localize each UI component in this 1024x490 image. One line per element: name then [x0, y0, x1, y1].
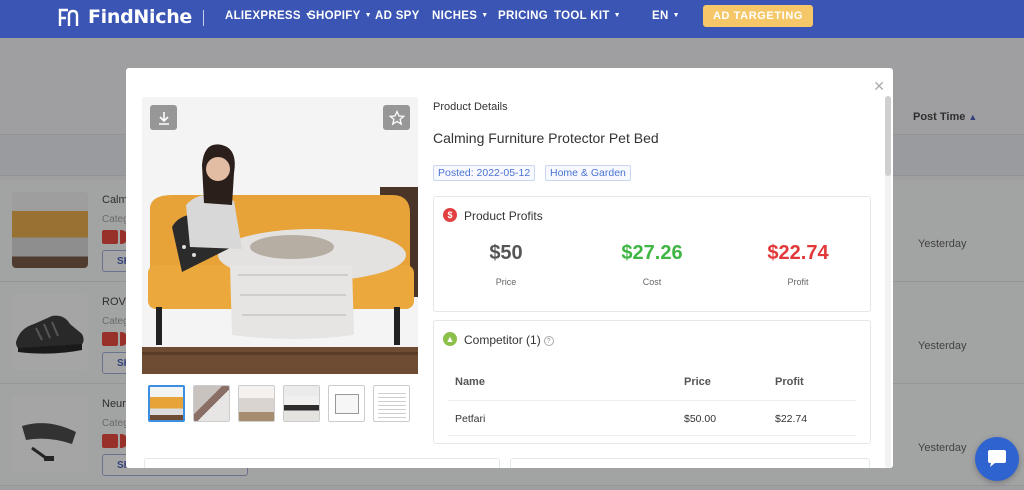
brand-name: FindNiche	[88, 6, 193, 28]
profit-label: Profit	[787, 277, 809, 287]
card-title: Competitor (1)?	[464, 333, 554, 347]
nav-aliexpress[interactable]: ALIEXPRESS ▼	[225, 10, 312, 22]
nav-niches[interactable]: NICHES ▼	[432, 10, 489, 22]
nav-tool-kit[interactable]: TOOL KIT ▼	[554, 10, 621, 22]
thumbnail-3[interactable]	[238, 385, 275, 422]
chat-button[interactable]	[975, 437, 1019, 481]
nav-shopify-label: SHOPIFY	[308, 10, 361, 22]
product-photo	[142, 97, 418, 374]
nav-tool-kit-label: TOOL KIT	[554, 10, 610, 22]
modal-scrollbar[interactable]	[885, 96, 891, 468]
category-tag[interactable]: Home & Garden	[545, 165, 631, 181]
cost-stat: $27.26 Cost	[602, 242, 702, 287]
nav-ad-spy-label: AD SPY	[375, 10, 420, 22]
nav-pricing[interactable]: PRICING	[498, 10, 548, 22]
chevron-down-icon: ▼	[613, 12, 621, 19]
close-icon[interactable]: ✕	[873, 78, 885, 95]
nav-divider	[203, 10, 204, 26]
nav-aliexpress-label: ALIEXPRESS	[225, 10, 301, 22]
help-icon[interactable]: ?	[543, 336, 554, 346]
image-thumbnails	[148, 385, 410, 422]
price-stat: $50 Price	[456, 242, 556, 287]
language-label: EN	[652, 10, 669, 22]
lock-icon: ▲	[443, 332, 457, 346]
star-icon	[388, 109, 405, 125]
download-button[interactable]	[150, 105, 177, 130]
download-icon	[158, 111, 169, 125]
column-header-profit: Profit	[775, 376, 804, 388]
chevron-down-icon: ▼	[481, 12, 489, 19]
thumbnail-5[interactable]	[328, 385, 365, 422]
section-label: Product Details	[433, 101, 508, 113]
bottom-card-left	[144, 458, 500, 468]
divider	[448, 400, 856, 401]
competitor-profit: $22.74	[775, 413, 808, 425]
divider	[448, 435, 856, 436]
column-header-name: Name	[455, 376, 485, 388]
card-title: Product Profits	[464, 209, 543, 223]
nav-ad-spy[interactable]: AD SPY	[375, 10, 420, 22]
profit-value: $22.74	[767, 242, 829, 264]
chevron-down-icon: ▼	[672, 12, 680, 19]
product-title: Calming Furniture Protector Pet Bed	[433, 130, 659, 146]
favorite-button[interactable]	[383, 105, 410, 130]
thumbnail-4[interactable]	[283, 385, 320, 422]
cost-value: $27.26	[621, 242, 683, 264]
thumbnail-6[interactable]	[373, 385, 410, 422]
scrollbar-thumb[interactable]	[885, 96, 891, 176]
top-nav: FindNiche ALIEXPRESS ▼ SHOPIFY ▼ AD SPY NI…	[0, 0, 1024, 38]
nav-shopify[interactable]: SHOPIFY ▼	[308, 10, 372, 22]
dollar-icon: $	[443, 208, 457, 222]
bottom-card-right	[510, 458, 870, 468]
column-header-price: Price	[684, 376, 711, 388]
cost-label: Cost	[642, 277, 662, 287]
brand-logo[interactable]: FindNiche	[58, 6, 192, 28]
product-main-image[interactable]	[142, 97, 418, 374]
findniche-logo-icon	[58, 8, 79, 26]
chevron-down-icon: ▼	[364, 12, 372, 19]
product-details-modal: ✕ Product Details Calming Furniture Prot…	[126, 68, 893, 468]
competitor-card: ▲ Competitor (1)? Name Price Profit Petf…	[433, 320, 871, 444]
profit-stat: $22.74 Profit	[748, 242, 848, 287]
ad-targeting-button[interactable]: AD TARGETING	[703, 5, 813, 27]
language-selector[interactable]: EN ▼	[652, 10, 680, 22]
competitor-title: Competitor (1)	[464, 333, 541, 347]
nav-pricing-label: PRICING	[498, 10, 549, 22]
price-value: $50	[489, 242, 523, 264]
price-label: Price	[495, 277, 517, 287]
thumbnail-2[interactable]	[193, 385, 230, 422]
nav-niches-label: NICHES	[432, 10, 478, 22]
chat-icon	[988, 450, 1006, 467]
thumbnail-1[interactable]	[148, 385, 185, 422]
posted-date-tag: Posted: 2022-05-12	[433, 165, 536, 181]
competitor-price: $50.00	[684, 413, 717, 425]
competitor-name[interactable]: Petfari	[455, 413, 485, 425]
product-profits-card: $ Product Profits $50 Price $27.26 Cost …	[433, 196, 871, 312]
